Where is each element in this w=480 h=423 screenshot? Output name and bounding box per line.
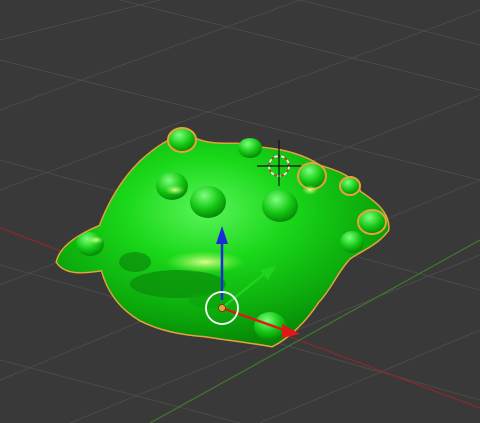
origin-pivot [218, 304, 226, 312]
3d-viewport[interactable] [0, 0, 480, 423]
